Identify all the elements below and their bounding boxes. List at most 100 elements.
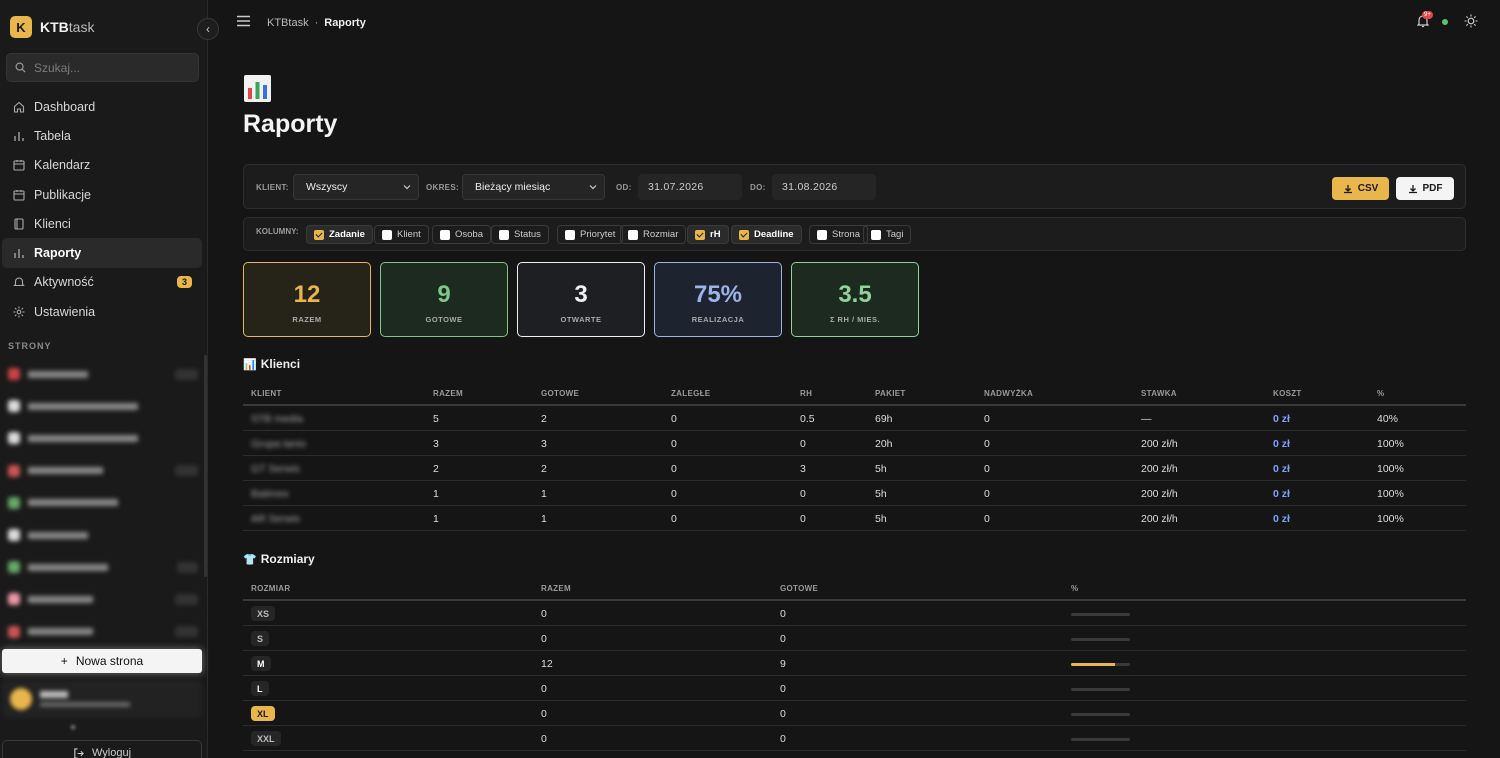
client-name-cell[interactable]: GT Serwis — [251, 463, 300, 475]
checkbox[interactable] — [565, 229, 575, 240]
from-date-input[interactable]: 31.07.2026 — [638, 174, 742, 200]
to-date-label: DO: — [750, 183, 766, 192]
client-select[interactable]: Wszyscy — [293, 174, 419, 200]
size-tag: S — [251, 631, 270, 646]
page-item[interactable] — [8, 455, 198, 487]
sidebar-item-kalendarz[interactable]: Kalendarz — [2, 151, 202, 180]
table-cell: 0 — [671, 463, 677, 475]
client-name-cell[interactable]: Grupa tanio — [251, 438, 306, 450]
checkbox[interactable] — [739, 229, 749, 240]
page-item[interactable] — [8, 358, 198, 390]
checkbox[interactable] — [695, 229, 705, 240]
checkbox[interactable] — [382, 229, 392, 240]
table-cell: 0 — [800, 513, 806, 525]
client-name-cell[interactable]: AR Serwis — [251, 513, 300, 525]
checkbox[interactable] — [628, 229, 638, 240]
user-card[interactable] — [2, 680, 202, 718]
column-toggle-klient[interactable]: Klient — [374, 225, 429, 244]
table-cell: 200 zł/h — [1141, 488, 1178, 500]
progress-bar — [1071, 613, 1130, 616]
page-item[interactable] — [8, 390, 198, 422]
activity-count-badge: 3 — [176, 276, 192, 289]
page-item[interactable] — [8, 616, 198, 648]
table-cell: 2 — [541, 413, 547, 425]
sun-icon[interactable] — [1464, 14, 1478, 28]
page-item[interactable] — [8, 583, 198, 615]
app-name: KTBtask — [40, 19, 94, 35]
page-item[interactable] — [8, 487, 198, 519]
client-select-value: Wszyscy — [306, 181, 348, 193]
to-date-input[interactable]: 31.08.2026 — [772, 174, 876, 200]
table-cell: 0 — [984, 463, 990, 475]
column-header: RH — [800, 389, 813, 398]
size-tag: L — [251, 681, 269, 696]
checkbox[interactable] — [817, 229, 827, 240]
online-status-dot — [1442, 19, 1448, 25]
column-toggle-label: Tagi — [886, 229, 904, 240]
column-toggle-tagi[interactable]: Tagi — [863, 225, 912, 244]
client-name-cell[interactable]: Batimex — [251, 488, 289, 500]
column-toggle-rozmiar[interactable]: Rozmiar — [620, 225, 687, 244]
logout-button[interactable]: Wyloguj — [2, 740, 202, 758]
logout-label: Wyloguj — [91, 747, 132, 758]
table-row-divider — [243, 675, 1466, 676]
sidebar-item-label: Publikacje — [34, 187, 91, 202]
sidebar-scrollbar[interactable] — [204, 355, 207, 577]
column-toggle-strona[interactable]: Strona — [809, 225, 868, 244]
table-cell: 0 — [800, 488, 806, 500]
table-cell: 0 — [984, 438, 990, 450]
export-pdf-button[interactable]: PDF — [1396, 177, 1454, 200]
stat-card-otwarte: 3 OTWARTE — [517, 262, 645, 337]
logout-icon — [74, 747, 84, 758]
sidebar-item-aktywność[interactable]: Aktywność 3 — [2, 268, 202, 297]
sidebar-item-tabela[interactable]: Tabela — [2, 121, 202, 150]
topbar: KTBtask · Raporty 9+ — [209, 0, 1500, 46]
sidebar-item-raporty[interactable]: Raporty — [2, 238, 202, 268]
sidebar-item-dashboard[interactable]: Dashboard — [2, 92, 202, 121]
new-page-button[interactable]: + Nowa strona — [2, 649, 202, 673]
stat-label: REALIZACJA — [691, 315, 745, 324]
checkbox[interactable] — [314, 229, 324, 240]
avatar — [10, 688, 32, 710]
column-toggle-priorytet[interactable]: Priorytet — [557, 225, 624, 244]
table-cell: 0 — [984, 488, 990, 500]
table-cell: 3 — [433, 438, 439, 450]
period-select[interactable]: Bieżący miesiąc — [462, 174, 605, 200]
checkbox[interactable] — [440, 229, 450, 240]
table-cell: 100% — [1377, 438, 1404, 450]
pages-list — [8, 358, 198, 648]
stat-card-rh-mies: 3.5 Σ RH / MIES. — [791, 262, 919, 337]
breadcrumb-root[interactable]: KTBtask — [267, 17, 309, 29]
table-cell: 0 — [671, 438, 677, 450]
search-box[interactable] — [6, 53, 199, 82]
stat-value: 3.5 — [838, 281, 872, 308]
column-toggle-deadline[interactable]: Deadline — [731, 225, 802, 244]
sidebar-item-klienci[interactable]: Klienci — [2, 209, 202, 238]
menu-icon[interactable] — [237, 15, 250, 27]
collapse-sidebar-button[interactable]: ‹ — [197, 18, 219, 40]
size-total-cell: 0 — [541, 708, 547, 720]
checkbox[interactable] — [871, 229, 881, 240]
csv-label: CSV — [1357, 183, 1379, 194]
sidebar-item-ustawienia[interactable]: Ustawienia — [2, 297, 202, 326]
app-name-light: task — [68, 19, 95, 35]
breadcrumb-separator: · — [314, 17, 319, 29]
sidebar-item-publikacje[interactable]: Publikacje — [2, 180, 202, 209]
stat-label: OTWARTE — [560, 315, 602, 324]
column-toggle-status[interactable]: Status — [491, 225, 549, 244]
column-toggle-zadanie[interactable]: Zadanie — [306, 225, 373, 244]
chevron-left-icon: ‹ — [206, 22, 210, 36]
app-logo[interactable]: K KTBtask — [10, 16, 94, 38]
client-name-cell[interactable]: STB media — [251, 413, 303, 425]
column-toggle-rh[interactable]: rH — [687, 225, 729, 244]
page-item[interactable] — [8, 551, 198, 583]
progress-bar — [1071, 663, 1130, 666]
checkbox[interactable] — [499, 229, 509, 240]
table-cell: 1 — [433, 488, 439, 500]
page-item[interactable] — [8, 422, 198, 454]
export-csv-button[interactable]: CSV — [1332, 177, 1389, 200]
search-input[interactable] — [34, 60, 184, 75]
page-item[interactable] — [8, 519, 198, 551]
sidebar: K KTBtask Dashboard Tabela Kalendarz Publik… — [0, 0, 208, 758]
column-toggle-osoba[interactable]: Osoba — [432, 225, 491, 244]
